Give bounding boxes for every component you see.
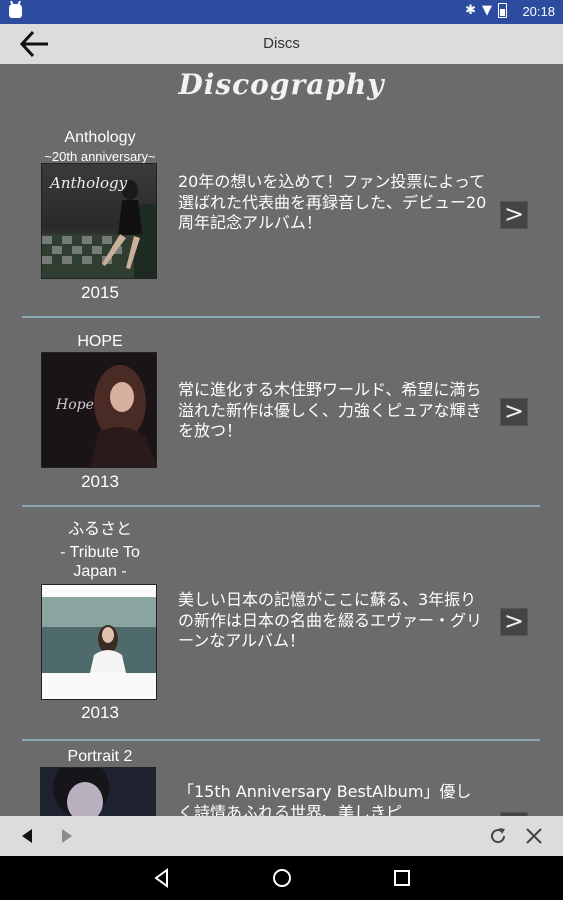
- browser-controls: [0, 816, 563, 856]
- close-icon: [526, 828, 542, 844]
- album-detail-button[interactable]: >: [500, 398, 528, 426]
- album-description-text: 「15th Anniversary BestAlbum」優しく詩情あふれる世界、…: [178, 782, 472, 816]
- circle-home-icon: [273, 869, 291, 887]
- triangle-left-icon: [22, 829, 32, 843]
- album-cover[interactable]: [41, 584, 157, 700]
- album-cover[interactable]: Anthology: [41, 163, 157, 279]
- chevron-right-icon: >: [503, 607, 525, 635]
- nav-back-button[interactable]: [16, 824, 40, 848]
- toolbar-title: Discs: [263, 35, 300, 52]
- album-cover[interactable]: [40, 767, 156, 816]
- separator: [22, 739, 540, 741]
- album-detail-button[interactable]: >: [500, 201, 528, 229]
- chevron-right-icon: >: [503, 397, 525, 425]
- status-bar: ✱ ▼ 20:18: [0, 0, 563, 24]
- album-cover-image: Anthology: [42, 174, 156, 278]
- album-title: HOPE: [10, 332, 190, 351]
- album-title-text: Portrait 2: [67, 748, 133, 765]
- system-navigation-bar: [0, 856, 563, 900]
- album-description: 常に進化する木住野ワールド、希望に満ち溢れた新作は優しく、力強くピュアな輝きを放…: [178, 380, 482, 440]
- system-back-button[interactable]: [150, 866, 174, 890]
- status-time: 20:18: [522, 4, 555, 19]
- album-title-text: HOPE: [77, 333, 123, 350]
- album-title: Anthology ~20th anniversary~: [10, 128, 190, 166]
- album-year: 2015: [81, 283, 119, 302]
- nav-forward-button[interactable]: [54, 824, 78, 848]
- discography-content[interactable]: Discography Anthology ~20th anniversary~…: [0, 64, 563, 816]
- chevron-right-icon: >: [503, 200, 525, 228]
- svg-text:Hope: Hope: [55, 397, 94, 413]
- album-subtitle: - Tribute To Japan -: [60, 544, 140, 580]
- album-cover-image: [42, 597, 156, 673]
- page-heading: Discography: [178, 68, 385, 101]
- refresh-icon: [491, 828, 506, 844]
- album-description: 20年の想いを込めて！ファン投票によって選ばれた代表曲を再録音した、デビュー20…: [178, 172, 487, 232]
- square-recents-icon: [394, 870, 410, 886]
- album-title: Portrait 2: [10, 747, 190, 766]
- separator: [22, 316, 540, 318]
- album-cover-image: [53, 768, 109, 816]
- android-notification-icon: [9, 4, 22, 18]
- album-title-text: ふるさと: [67, 521, 132, 538]
- reload-button[interactable]: [486, 824, 510, 848]
- album-year: 2013: [81, 472, 119, 491]
- album-cover-image: Hope: [55, 365, 156, 467]
- album-description: 「15th Anniversary BestAlbum」優しく詩情あふれる世界、…: [178, 782, 478, 816]
- system-recents-button[interactable]: [390, 866, 414, 890]
- album-title-text: Anthology: [64, 129, 136, 146]
- album-title: ふるさと - Tribute To Japan -: [10, 520, 190, 581]
- separator: [22, 505, 540, 507]
- album-detail-button[interactable]: >: [500, 608, 528, 636]
- svg-text:Anthology: Anthology: [48, 174, 128, 192]
- app-toolbar: Discs: [0, 24, 563, 64]
- triangle-back-icon: [154, 868, 168, 888]
- system-icons: ✱ ▼: [465, 3, 507, 18]
- battery-icon: [498, 3, 507, 18]
- album-year: 2013: [81, 703, 119, 722]
- album-description: 美しい日本の記憶がここに蘇る、3年振りの新作は日本の名曲を綴るエヴァー・グリーン…: [178, 590, 483, 650]
- system-home-button[interactable]: [270, 866, 294, 890]
- bluetooth-icon: ✱: [465, 3, 476, 18]
- triangle-right-icon: [62, 829, 72, 843]
- album-cover[interactable]: Hope: [41, 352, 157, 468]
- wifi-icon: ▼: [482, 3, 492, 18]
- close-button[interactable]: [522, 824, 546, 848]
